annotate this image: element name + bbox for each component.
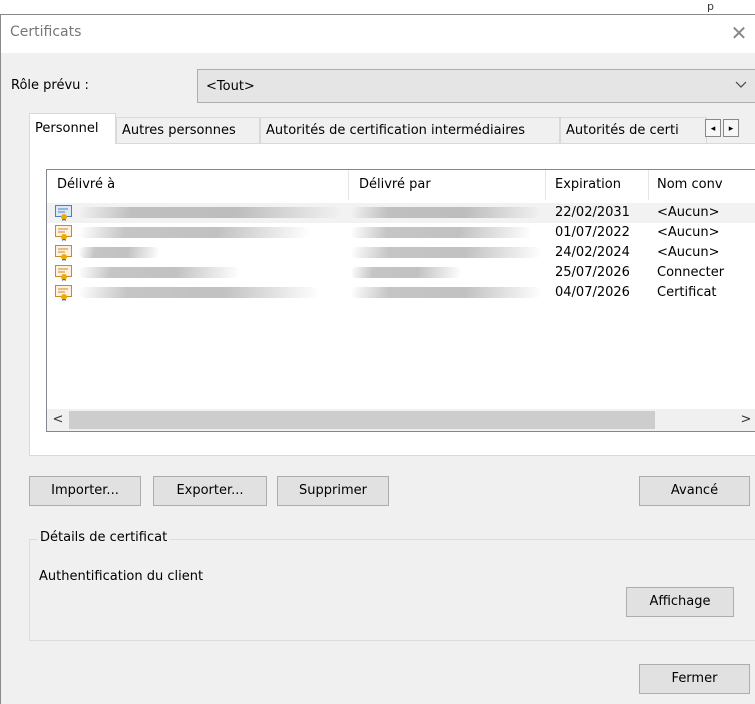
column-header-issued-by[interactable]: Délivré par (359, 177, 431, 192)
tab-autres-personnes[interactable]: Autres personnes (116, 117, 260, 143)
tab-personnel[interactable]: Personnel (29, 113, 116, 144)
redacted-issued-by (351, 267, 461, 278)
table-row[interactable]: 01/07/2022 <Aucun> (47, 223, 755, 243)
friendly-name-cell: <Aucun> (657, 225, 720, 240)
table-row[interactable]: 04/07/2026 Certificat (47, 283, 755, 303)
tab-autorites-intermediaires[interactable]: Autorités de certification intermédiaire… (260, 117, 560, 143)
redacted-issued-to (79, 247, 159, 258)
redacted-issued-by (351, 227, 531, 238)
tab-strip: Personnel Autres personnes Autorités de … (29, 113, 755, 144)
scroll-right-icon[interactable]: > (735, 409, 755, 431)
certificate-list[interactable]: Délivré à Délivré par Expiration Nom con… (46, 169, 755, 432)
certificate-purpose-text: Authentification du client (39, 569, 204, 584)
view-button[interactable]: Affichage (626, 587, 734, 617)
column-divider[interactable] (648, 170, 649, 200)
close-button[interactable]: Fermer (639, 664, 750, 694)
title-bar: Certificats ✕ (1, 15, 755, 53)
table-row[interactable]: 24/02/2024 <Aucun> (47, 243, 755, 263)
column-header-expiration[interactable]: Expiration (555, 177, 621, 192)
expiration-cell: 04/07/2026 (555, 285, 630, 300)
horizontal-scrollbar[interactable]: < > (47, 409, 755, 431)
tab-autorites-racines[interactable]: Autorités de certi (560, 117, 707, 143)
tab-scroll-right-icon[interactable]: ▸ (723, 119, 739, 137)
scroll-left-icon[interactable]: < (47, 409, 69, 431)
column-divider[interactable] (545, 170, 546, 200)
column-divider[interactable] (348, 170, 349, 200)
redacted-issued-to (79, 267, 239, 278)
friendly-name-cell: <Aucun> (657, 245, 720, 260)
table-row[interactable]: 22/02/2031 <Aucun> (47, 203, 755, 223)
friendly-name-cell: <Aucun> (657, 205, 720, 220)
table-row[interactable]: 25/07/2026 Connecter (47, 263, 755, 283)
expiration-cell: 01/07/2022 (555, 225, 630, 240)
intended-role-select[interactable]: <Tout> (197, 69, 755, 103)
column-header-issued-to[interactable]: Délivré à (57, 177, 115, 192)
redacted-issued-by (351, 287, 541, 298)
redacted-issued-by (351, 247, 541, 258)
delete-button[interactable]: Supprimer (277, 476, 389, 506)
close-icon[interactable]: ✕ (725, 19, 753, 47)
intended-role-label: Rôle prévu : (11, 78, 89, 93)
tab-scroll-left-icon[interactable]: ◂ (705, 119, 721, 137)
certificate-icon (55, 245, 72, 261)
intended-role-value: <Tout> (206, 79, 255, 94)
certificate-icon (55, 265, 72, 281)
certificate-icon (55, 225, 72, 241)
certificate-icon (55, 285, 72, 301)
friendly-name-cell: Connecter (657, 265, 725, 280)
tab-panel: Délivré à Délivré par Expiration Nom con… (29, 143, 755, 456)
column-header-friendly-name[interactable]: Nom conv (657, 177, 723, 192)
expiration-cell: 24/02/2024 (555, 245, 630, 260)
import-button[interactable]: Importer... (29, 476, 141, 506)
redacted-issued-to (79, 207, 341, 218)
scrollbar-thumb[interactable] (69, 411, 655, 429)
redacted-issued-to (79, 227, 309, 238)
window-title: Certificats (10, 24, 82, 40)
chevron-down-icon (735, 78, 747, 92)
certificate-details-title: Détails de certificat (37, 530, 171, 545)
friendly-name-cell: Certificat (657, 285, 717, 300)
background-window-text: p (707, 0, 714, 13)
dialog-body: Rôle prévu : <Tout> Personnel Autres per… (1, 53, 755, 704)
certificate-icon (55, 205, 72, 221)
advanced-button[interactable]: Avancé (639, 476, 750, 506)
expiration-cell: 25/07/2026 (555, 265, 630, 280)
expiration-cell: 22/02/2031 (555, 205, 630, 220)
redacted-issued-by (351, 207, 541, 218)
export-button[interactable]: Exporter... (153, 476, 267, 506)
list-header: Délivré à Délivré par Expiration Nom con… (47, 170, 755, 200)
redacted-issued-to (79, 287, 319, 298)
